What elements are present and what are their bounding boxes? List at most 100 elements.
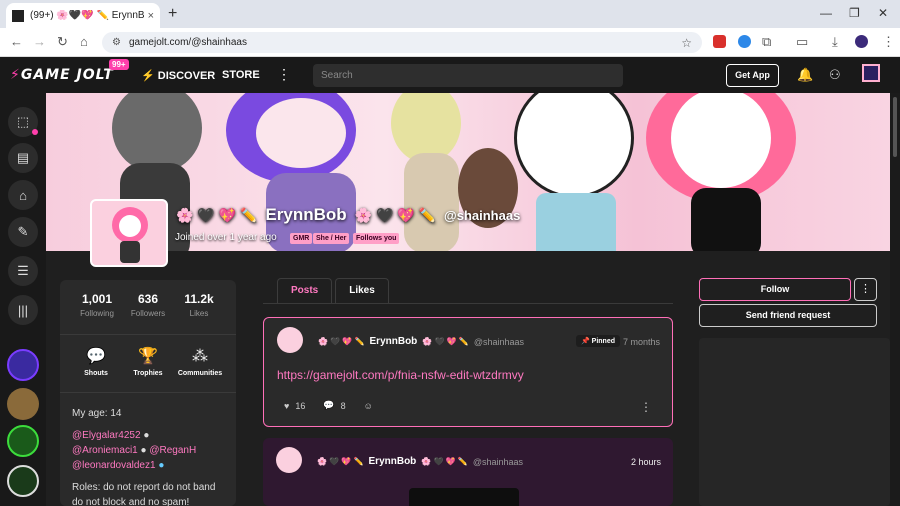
close-tab-icon[interactable]: × xyxy=(148,10,154,22)
trophies-label: Trophies xyxy=(133,370,163,377)
post-author: 🌸 🖤 💖 ✏️ ErynnBob 🌸 🖤 💖 ✏️ @shainhaas xyxy=(317,456,523,467)
community-avatar-4[interactable] xyxy=(7,465,39,497)
gamejolt-favicon-icon xyxy=(12,9,24,22)
new-tab-button[interactable]: + xyxy=(168,5,177,23)
maximize-icon[interactable]: ❐ xyxy=(849,6,860,20)
unread-dot xyxy=(32,129,38,135)
bell-icon[interactable]: 🔔 xyxy=(797,67,813,83)
left-sidebar: ⬚ ▤ ⌂ ✎ ☰ ||| xyxy=(0,93,46,506)
post-card[interactable]: 🌸 🖤 💖 ✏️ ErynnBob 🌸 🖤 💖 ✏️ @shainhaas 2 … xyxy=(263,438,673,506)
post-author-avatar[interactable] xyxy=(276,447,302,473)
communities-link[interactable]: ⁂ Communities xyxy=(171,346,229,377)
reload-icon[interactable]: ↻ xyxy=(57,34,68,50)
pinned-badge: 📌 Pinned xyxy=(575,335,620,347)
comment-icon[interactable]: 💬 xyxy=(323,400,334,411)
tab-likes[interactable]: Likes xyxy=(335,278,389,303)
stat-followers[interactable]: 636 Followers xyxy=(119,292,177,318)
tag-pronouns: She / Her xyxy=(313,233,350,244)
search-input[interactable]: Search xyxy=(313,64,623,87)
close-window-icon[interactable]: ✕ xyxy=(878,6,888,20)
store-icon[interactable]: ▤ xyxy=(8,143,38,173)
community-avatar-3[interactable] xyxy=(7,425,39,457)
tabs-underline xyxy=(263,303,673,304)
sticker-icon[interactable]: ☺ xyxy=(364,401,373,411)
community-avatar-2[interactable] xyxy=(7,388,39,420)
trophy-icon: 🏆 xyxy=(138,348,158,365)
avatar-art-face xyxy=(119,215,141,237)
extensions-puzzle-icon[interactable]: ⧉ xyxy=(762,34,771,50)
library-icon[interactable]: ||| xyxy=(8,295,38,325)
browser-menu-icon[interactable]: ⋮ xyxy=(882,34,895,50)
profile-stats-card: 1,001 Following 636 Followers 11.2k Like… xyxy=(60,280,236,506)
bookmark-star-icon[interactable]: ☆ xyxy=(681,36,692,50)
profile-avatar[interactable] xyxy=(90,199,168,267)
user-avatar[interactable] xyxy=(862,64,880,82)
get-app-button[interactable]: Get App xyxy=(726,64,779,87)
minimize-icon[interactable]: — xyxy=(820,6,832,20)
pinned-label: Pinned xyxy=(591,338,615,345)
page-scrollbar[interactable] xyxy=(890,93,900,506)
address-bar[interactable]: ⚙ gamejolt.com/@shainhaas ☆ xyxy=(102,32,702,53)
trophies-link[interactable]: 🏆 Trophies xyxy=(119,346,177,377)
mention-link[interactable]: @ReganH xyxy=(149,445,196,456)
profile-avatar-icon[interactable] xyxy=(855,35,868,48)
post-card[interactable]: 🌸 🖤 💖 ✏️ ErynnBob 🌸 🖤 💖 ✏️ @shainhaas 📌 … xyxy=(263,317,673,427)
forward-icon[interactable]: → xyxy=(33,34,46,49)
follow-button[interactable]: Follow xyxy=(699,278,851,301)
shouts-label: Shouts xyxy=(84,370,108,377)
download-icon[interactable]: ⤓ xyxy=(832,34,838,50)
extension-red-icon[interactable] xyxy=(713,35,726,48)
post-author-name[interactable]: ErynnBob xyxy=(369,456,417,467)
back-icon[interactable]: ← xyxy=(10,34,23,49)
mention-link[interactable]: @Aroniemaci1 xyxy=(72,445,138,456)
nav-store[interactable]: STORE xyxy=(222,69,260,81)
shouts-link[interactable]: 💬 Shouts xyxy=(67,346,125,377)
post-author-username[interactable]: @shainhaas xyxy=(474,337,524,347)
mention-link[interactable]: @leonardovaldez1 xyxy=(72,460,156,471)
friends-icon[interactable]: ⚇ xyxy=(829,67,841,83)
mention-avatar-icon: ● xyxy=(140,445,147,456)
stat-following[interactable]: 1,001 Following xyxy=(68,292,126,318)
mention-link[interactable]: @Elygalar4252 xyxy=(72,430,141,441)
mention-avatar-icon: ● xyxy=(158,460,165,471)
mention-avatar-icon: ● xyxy=(143,430,150,441)
post-more-icon[interactable]: ⋮ xyxy=(640,400,652,414)
nav-discover[interactable]: ⚡ DISCOVER xyxy=(141,69,215,82)
scrollbar-thumb[interactable] xyxy=(893,97,897,157)
post-author-username[interactable]: @shainhaas xyxy=(473,457,523,467)
browser-tab[interactable]: (99+) 🌸🖤💖 ✏️ ErynnBob 🌸 × xyxy=(6,3,160,28)
author-emoji: 🌸 🖤 💖 ✏️ xyxy=(317,457,364,466)
tab-posts[interactable]: Posts xyxy=(277,278,333,303)
stat-likes[interactable]: 11.2k Likes xyxy=(170,292,228,318)
post-media-preview[interactable] xyxy=(409,488,519,506)
home-icon[interactable]: ⌂ xyxy=(80,34,88,49)
tab-search-icon[interactable]: ▭ xyxy=(796,34,808,50)
post-content-link[interactable]: https://gamejolt.com/p/fnia-nsfw-edit-wt… xyxy=(277,368,524,382)
bio-text: My age: 14 @Elygalar4252 ● @Aroniemaci1 … xyxy=(72,406,215,506)
banner-art-body-white xyxy=(536,193,616,251)
inventory-bag-icon[interactable]: ⌂ xyxy=(8,180,38,210)
gamejolt-header: ⚡GAME JOLT 99+ ⚡ DISCOVER STORE ⋮ Search… xyxy=(0,57,900,93)
send-friend-request-button[interactable]: Send friend request xyxy=(699,304,877,327)
post-author-name[interactable]: ErynnBob xyxy=(370,336,418,347)
tag-gmr: GMR xyxy=(290,233,313,244)
banner-art-character-white xyxy=(514,93,634,198)
profile-more-icon[interactable]: ⋮ xyxy=(854,278,877,301)
bio-age: My age: 14 xyxy=(72,408,122,419)
more-menu-icon[interactable]: ⋮ xyxy=(277,66,291,83)
gamejolt-logo[interactable]: ⚡GAME JOLT xyxy=(10,67,114,83)
like-icon[interactable]: ♥ xyxy=(284,401,289,411)
links-divider xyxy=(60,392,236,393)
extension-blue-icon[interactable] xyxy=(738,35,751,48)
display-name: ErynnBob xyxy=(265,205,347,224)
site-info-icon[interactable]: ⚙ xyxy=(112,37,121,48)
post-author-avatar[interactable] xyxy=(277,327,303,353)
username[interactable]: @shainhaas xyxy=(444,208,520,223)
quests-icon[interactable]: ✎ xyxy=(8,217,38,247)
profile-name-line: 🌸 🖤 💖 ✏️ ErynnBob 🌸 🖤 💖 ✏️ @shainhaas xyxy=(176,205,520,225)
community-avatar-1[interactable] xyxy=(7,349,39,381)
post-actions: ♥ 16 💬 8 ☺ xyxy=(284,400,373,411)
chat-icon[interactable]: ☰ xyxy=(8,256,38,286)
banner-art-dress-black xyxy=(691,188,761,251)
post-time: 2 hours xyxy=(630,457,661,467)
